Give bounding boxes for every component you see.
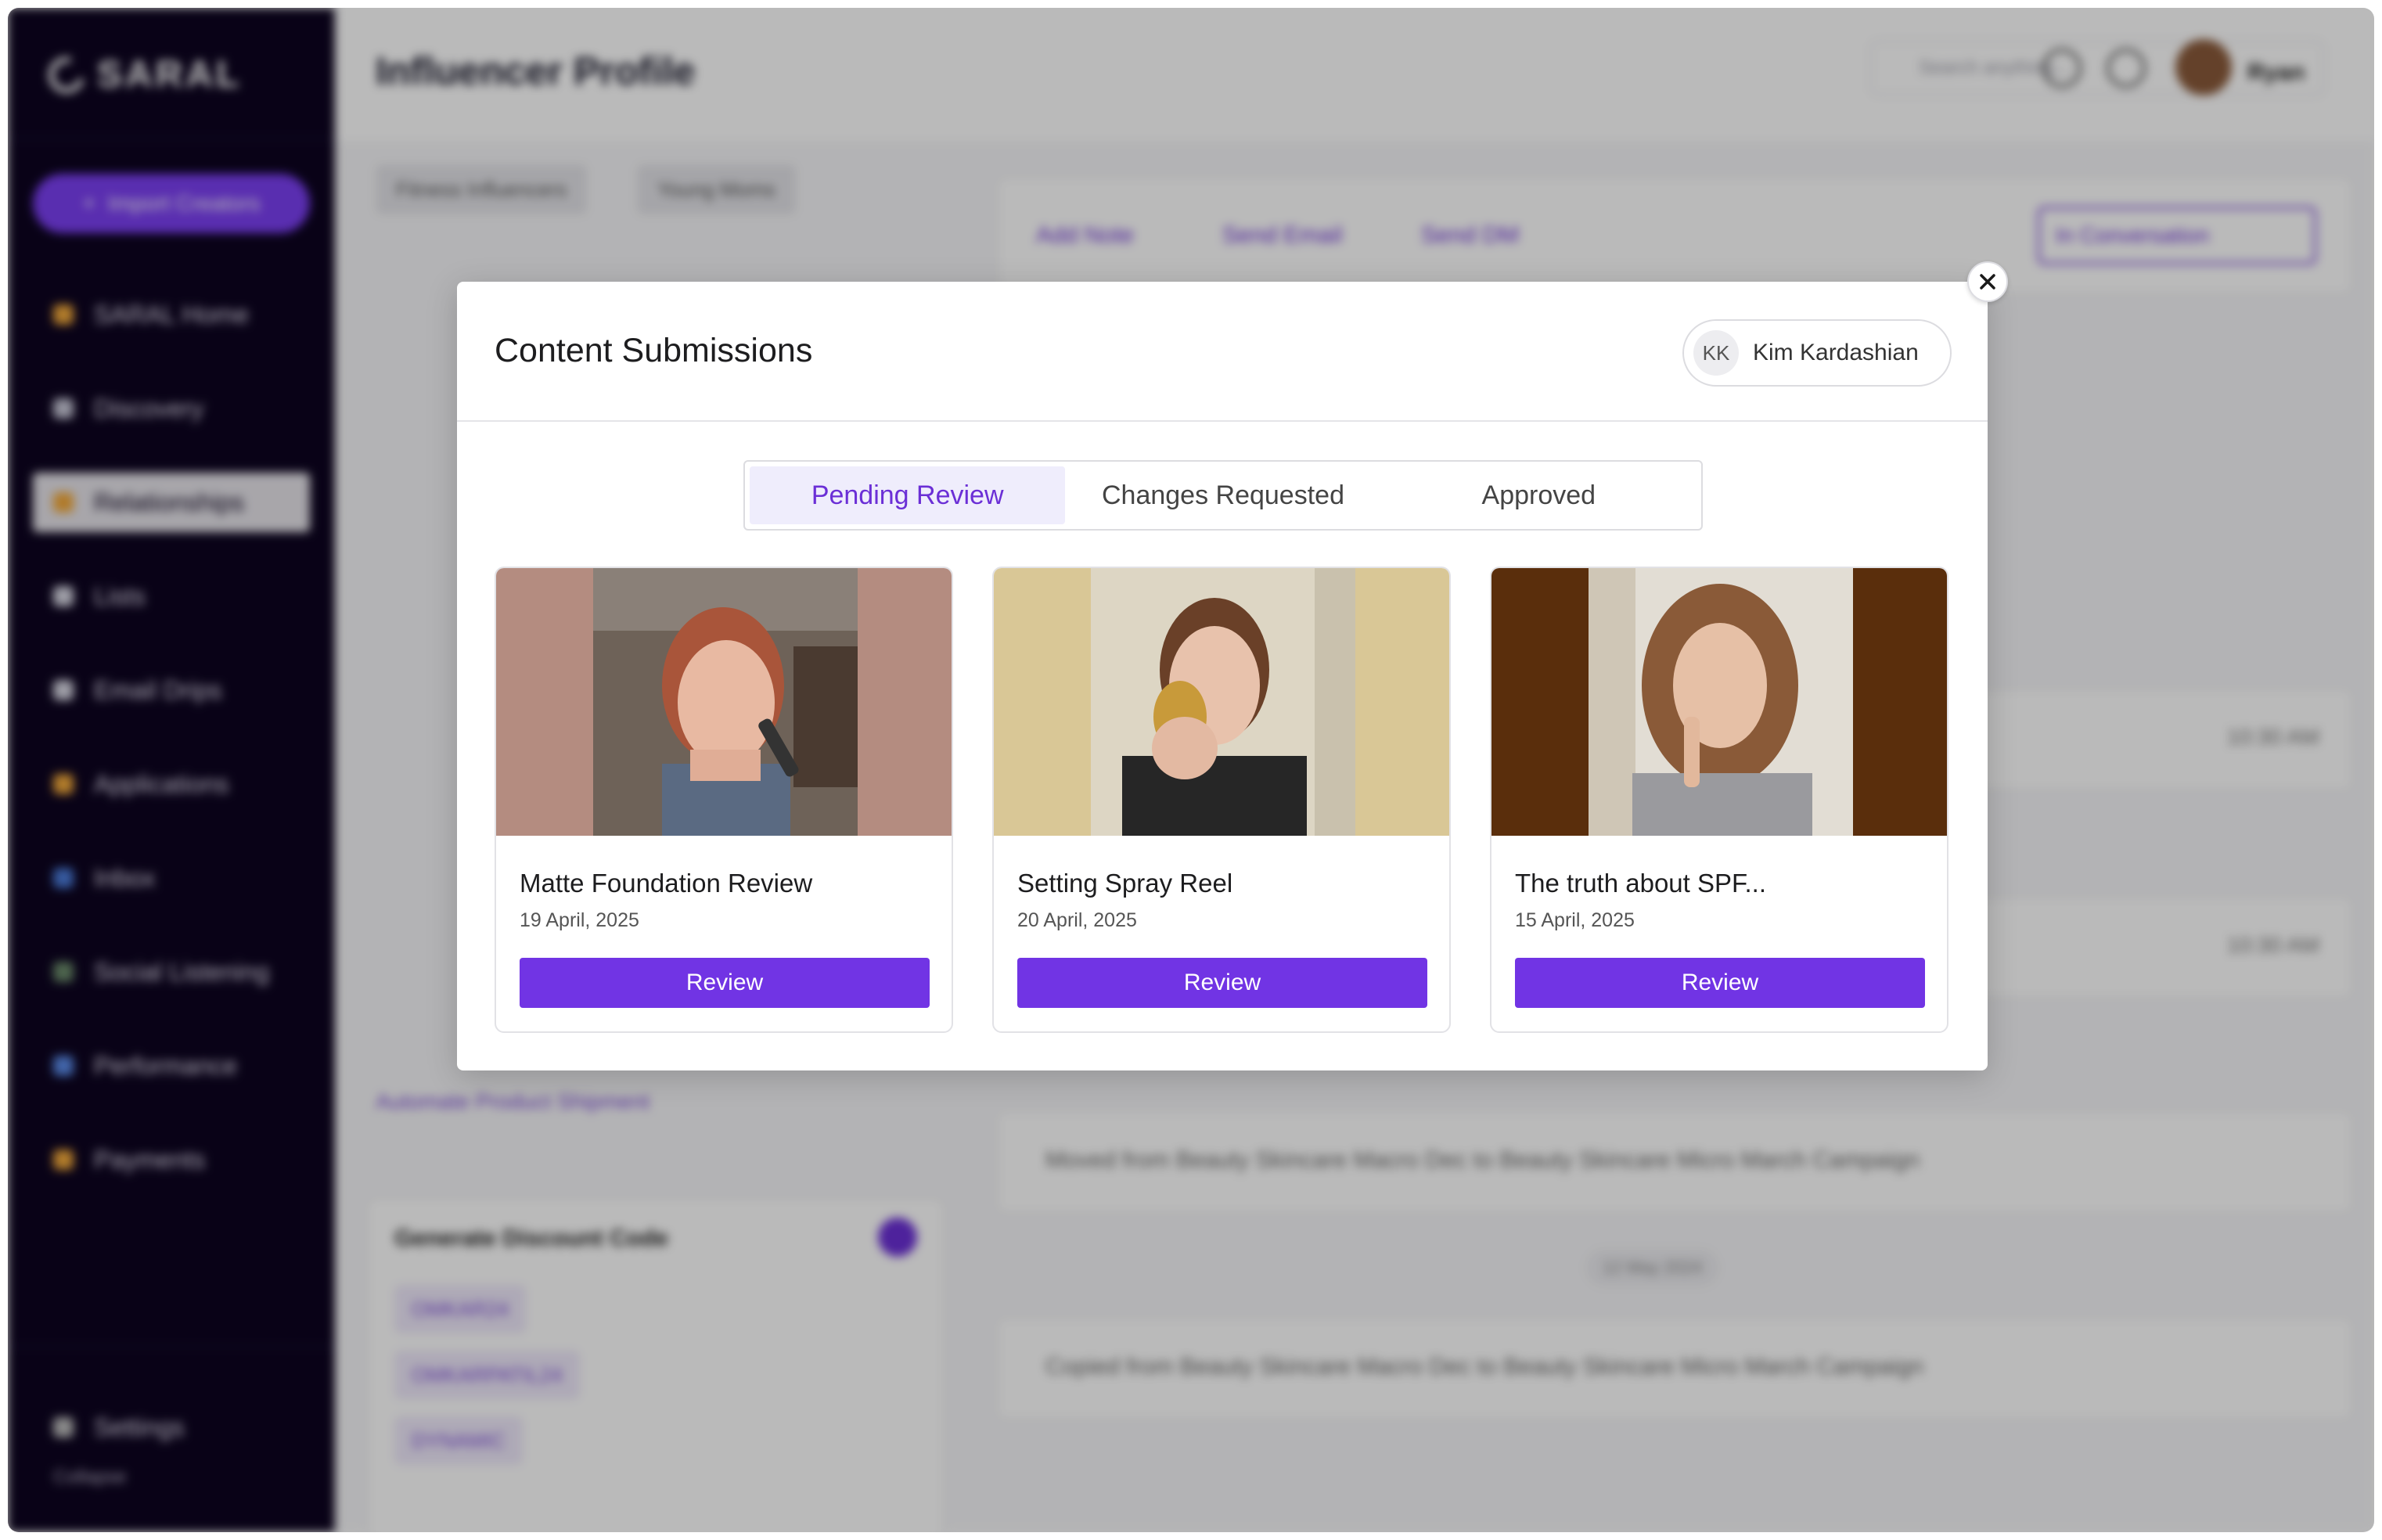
video-thumbnail[interactable] <box>496 568 952 836</box>
review-button[interactable]: Review <box>1515 958 1925 1008</box>
submission-cards: Matte Foundation Review 19 April, 2025 R… <box>495 567 1950 1033</box>
close-modal-button[interactable] <box>1967 261 2008 302</box>
creator-avatar: KK <box>1693 330 1739 376</box>
creator-chip: KK Kim Kardashian <box>1682 319 1952 387</box>
submission-card: Matte Foundation Review 19 April, 2025 R… <box>495 567 953 1033</box>
tab-approved[interactable]: Approved <box>1381 466 1697 524</box>
submission-date: 19 April, 2025 <box>520 909 639 931</box>
tab-changes-requested[interactable]: Changes Requested <box>1065 466 1380 524</box>
modal-header-divider <box>457 420 1988 422</box>
creator-name: Kim Kardashian <box>1753 340 1919 365</box>
submission-card: Setting Spray Reel 20 April, 2025 Review <box>992 567 1451 1033</box>
submission-status-tabs: Pending Review Changes Requested Approve… <box>743 460 1703 531</box>
close-icon <box>1980 274 1995 290</box>
submission-date: 20 April, 2025 <box>1017 909 1137 931</box>
submission-title: The truth about SPF... <box>1515 869 1767 898</box>
content-submissions-modal: Content Submissions KK Kim Kardashian Pe… <box>457 282 1988 1070</box>
submission-date: 15 April, 2025 <box>1515 909 1635 931</box>
modal-title: Content Submissions <box>495 332 813 369</box>
submission-card: The truth about SPF... 15 April, 2025 Re… <box>1490 567 1948 1033</box>
review-button[interactable]: Review <box>520 958 930 1008</box>
review-button[interactable]: Review <box>1017 958 1427 1008</box>
tab-pending-review[interactable]: Pending Review <box>750 466 1066 524</box>
submission-title: Matte Foundation Review <box>520 869 813 898</box>
video-thumbnail[interactable] <box>994 568 1449 836</box>
submission-title: Setting Spray Reel <box>1017 869 1233 898</box>
video-thumbnail[interactable] <box>1491 568 1947 836</box>
